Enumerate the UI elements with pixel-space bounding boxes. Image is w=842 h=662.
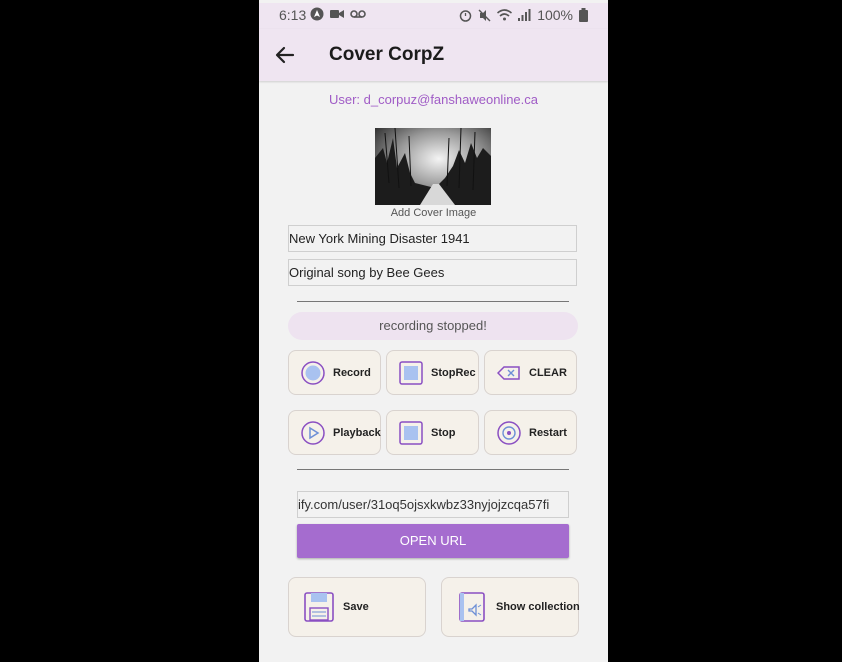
stop-button[interactable]: Stop xyxy=(386,410,479,455)
back-arrow-icon[interactable] xyxy=(273,43,297,67)
battery-percent: 100% xyxy=(537,7,573,23)
user-label: User: d_corpuz@fanshaweonline.ca xyxy=(328,92,539,107)
record-button[interactable]: Record xyxy=(288,350,381,395)
record-icon xyxy=(301,360,325,385)
music-book-icon xyxy=(459,592,485,622)
description-field[interactable]: Original song by Bee Gees xyxy=(288,259,577,286)
navigation-icon xyxy=(310,7,324,21)
song-title-field[interactable]: New York Mining Disaster 1941 xyxy=(288,225,577,252)
save-button[interactable]: Save xyxy=(288,577,426,637)
stop-rec-label: StopRec xyxy=(431,366,476,379)
video-camera-icon xyxy=(330,10,344,18)
status-time: 6:13 xyxy=(279,7,307,23)
signal-icon xyxy=(518,9,531,21)
app-bar: Cover CorpZ xyxy=(259,29,608,81)
floppy-disk-icon xyxy=(304,592,334,622)
divider xyxy=(297,469,569,470)
stop-square-icon xyxy=(399,360,423,385)
voicemail-icon xyxy=(350,10,366,18)
playback-label: Playback xyxy=(333,426,381,439)
restart-label: Restart xyxy=(529,426,567,439)
clear-button[interactable]: CLEAR xyxy=(484,350,577,395)
stop-label: Stop xyxy=(431,426,456,439)
record-label: Record xyxy=(333,366,371,379)
system-icons: 100% xyxy=(459,7,588,23)
divider xyxy=(297,301,569,302)
alarm-icon xyxy=(459,9,472,22)
save-label: Save xyxy=(343,601,369,613)
phone-screen: 6:13 100% Cover CorpZ User: d_corpuz@fan… xyxy=(259,0,608,662)
cover-image[interactable] xyxy=(375,128,491,205)
play-icon xyxy=(301,420,325,445)
backspace-icon xyxy=(497,365,520,380)
wifi-icon xyxy=(497,9,513,21)
battery-icon xyxy=(579,8,588,22)
cover-photo xyxy=(375,128,491,205)
mute-icon xyxy=(478,9,491,21)
restart-disc-icon xyxy=(497,420,521,445)
add-cover-image-label[interactable]: Add Cover Image xyxy=(259,207,608,219)
restart-button[interactable]: Restart xyxy=(484,410,577,455)
show-collection-label: Show collection xyxy=(496,601,580,613)
status-bar: 6:13 100% xyxy=(259,3,608,29)
url-field[interactable]: ify.com/user/31oq5ojsxkwbz33nyjojzcqa57f… xyxy=(297,491,569,518)
stop-rec-button[interactable]: StopRec xyxy=(386,350,479,395)
clear-label: CLEAR xyxy=(529,366,567,379)
show-collection-button[interactable]: Show collection xyxy=(441,577,580,637)
open-url-button[interactable]: OPEN URL xyxy=(297,524,569,558)
recording-status: recording stopped! xyxy=(288,312,578,340)
stop-square-icon xyxy=(399,420,423,445)
page-title: Cover CorpZ xyxy=(329,44,445,65)
playback-button[interactable]: Playback xyxy=(288,410,381,455)
notification-icons xyxy=(310,7,366,21)
